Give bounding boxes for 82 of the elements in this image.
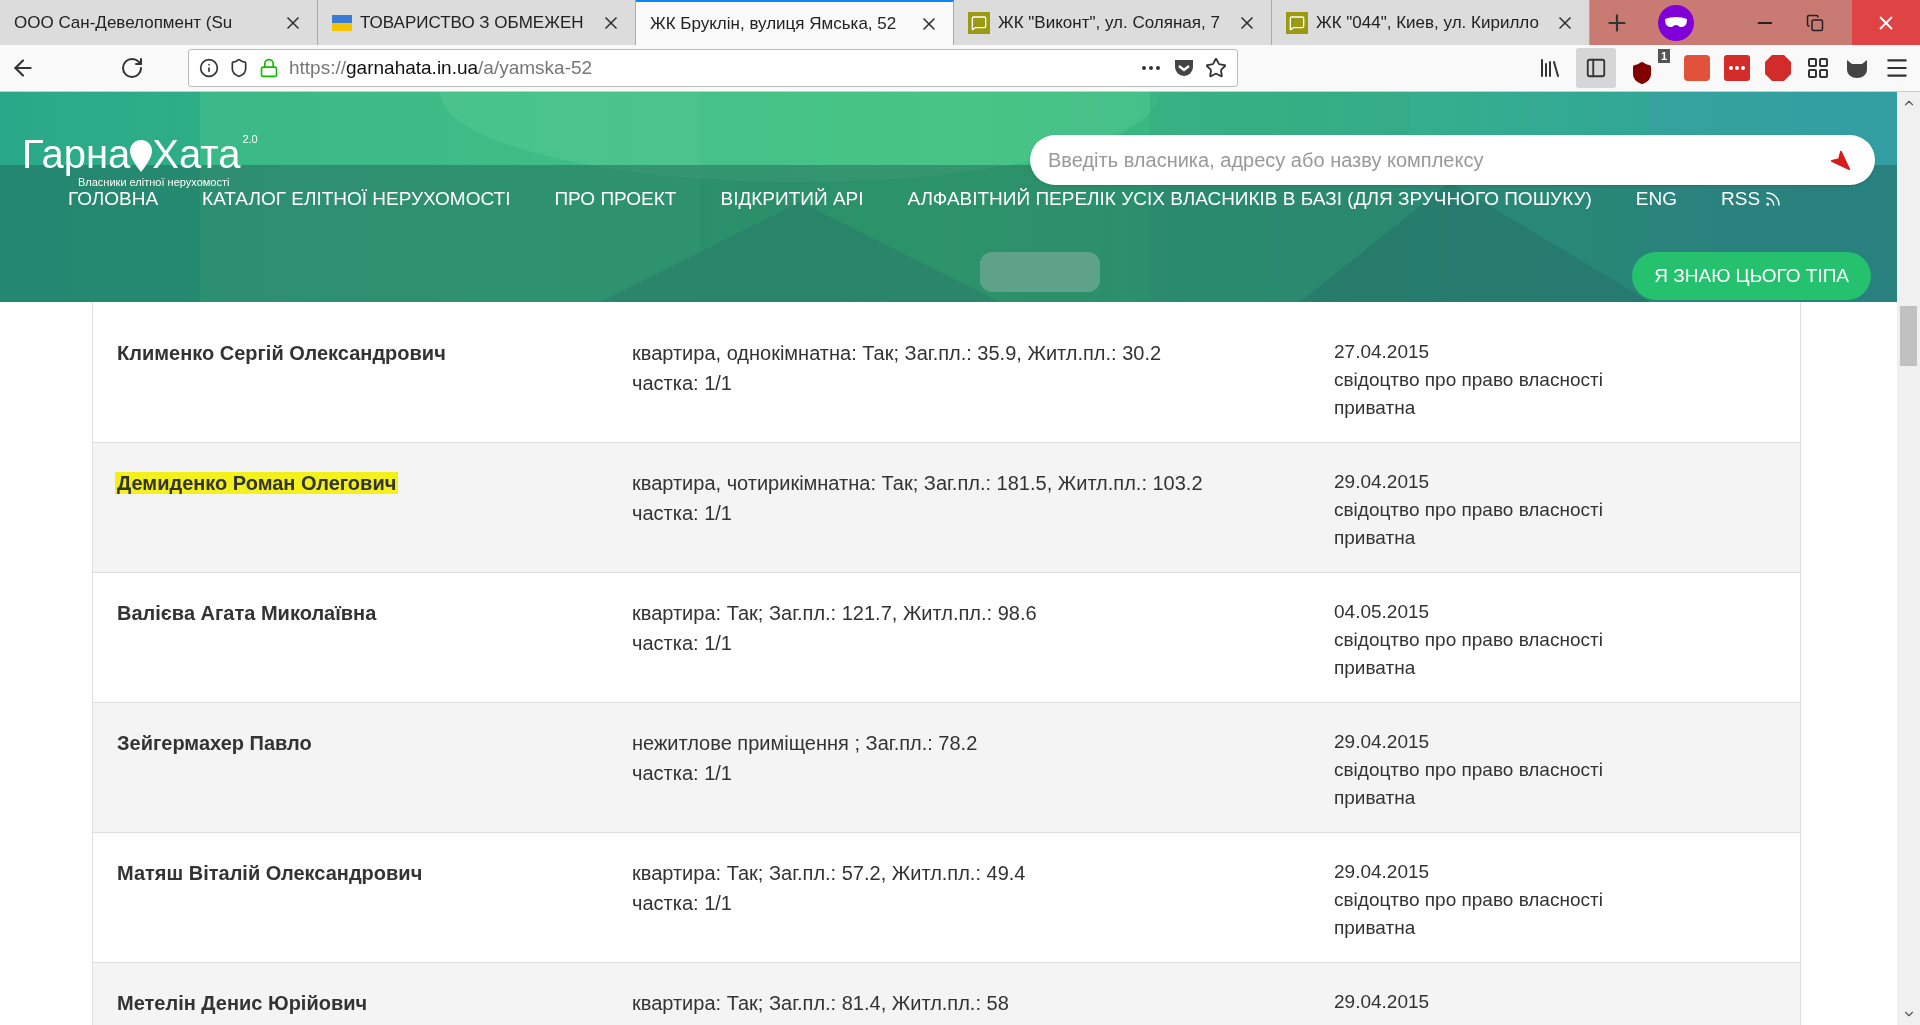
- nav-link[interactable]: ПРО ПРОЕКТ: [554, 184, 677, 213]
- property-text: квартира, однокімнатна: Так; Заг.пл.: 35.9, Житл.пл.: 30.2: [632, 341, 1162, 366]
- scrollbar-thumb[interactable]: [1900, 306, 1917, 366]
- tab-title: ООО Сан-Девелопмент (Su: [14, 11, 233, 34]
- document-text: приватна: [1334, 396, 1416, 420]
- address-bar[interactable]: https://garnahata.in.ua/a/yamska-52: [188, 49, 1238, 87]
- owner-name: Зейгермахер Павло: [116, 732, 313, 754]
- close-window-button[interactable]: [1852, 0, 1920, 45]
- lock-icon: [259, 58, 279, 78]
- extension-icon[interactable]: [1724, 55, 1750, 81]
- info-icon[interactable]: [199, 58, 219, 78]
- extension-badge: 1: [1657, 49, 1670, 63]
- nav-link[interactable]: ENG: [1635, 184, 1677, 213]
- logo-tagline: Власники елітної нерухомості: [78, 176, 231, 190]
- tab-title: ЖК "044", Киев, ул. Кирилло: [1316, 11, 1539, 34]
- document-text: свідоцтво про право власності: [1334, 368, 1603, 392]
- library-icon[interactable]: [1538, 56, 1562, 80]
- document-text: приватна: [1334, 656, 1416, 680]
- scrollbar[interactable]: [1897, 92, 1920, 1025]
- search-icon[interactable]: [1829, 149, 1851, 171]
- browser-tab[interactable]: ЖК "044", Киев, ул. Кирилло: [1272, 0, 1590, 45]
- document-text: 29.04.2015: [1334, 990, 1430, 1014]
- owner-name: Демиденко Роман Олегович: [115, 472, 399, 494]
- property-text: частка: 1/1: [632, 501, 732, 526]
- property-text: квартира: Так; Заг.пл.: 57.2, Житл.пл.: 49.4: [632, 861, 1026, 886]
- property-text: квартира: Так; Заг.пл.: 81.4, Житл.пл.: 58: [632, 991, 1009, 1016]
- document-text: свідоцтво про право власності: [1334, 498, 1603, 522]
- flag-icon: [332, 12, 352, 33]
- star-icon[interactable]: [1205, 57, 1227, 79]
- url-text: https://garnahata.in.ua/a/yamska-52: [289, 55, 594, 80]
- document-text: свідоцтво про право власності: [1334, 628, 1603, 652]
- nav-link[interactable]: RSS: [1721, 184, 1783, 213]
- property-text: нежитлове приміщення ; Заг.пл.: 78.2: [632, 731, 978, 756]
- reload-icon[interactable]: [120, 56, 144, 80]
- browser-tab[interactable]: ООО Сан-Девелопмент (Su: [0, 0, 318, 45]
- stop-sign-icon[interactable]: [1764, 54, 1792, 82]
- chat-icon: [968, 11, 990, 34]
- mask-icon: [1658, 4, 1694, 41]
- browser-tab[interactable]: ЖК "Виконт", ул. Соляная, 7: [954, 0, 1272, 45]
- owner-name: Валієва Агата Миколаївна: [116, 602, 378, 624]
- shield-extension-button[interactable]: 1: [1630, 49, 1670, 87]
- grid-icon[interactable]: [1806, 56, 1830, 80]
- tab-title: ТОВАРИСТВО З ОБМЕЖЕН: [360, 11, 584, 34]
- document-text: приватна: [1334, 786, 1416, 810]
- document-text: приватна: [1334, 916, 1416, 940]
- property-text: квартира, чотирикімнатна: Так; Заг.пл.: 181.5, Житл.пл.: 103.2: [632, 471, 1203, 496]
- document-text: 29.04.2015: [1334, 730, 1430, 754]
- nav-link[interactable]: ВІДКРИТИЙ API: [720, 184, 864, 213]
- owner-name: Метелін Денис Юрійович: [116, 992, 369, 1014]
- shield-icon[interactable]: [229, 58, 249, 78]
- sidebar-button[interactable]: [1576, 48, 1616, 88]
- document-text: свідоцтво про право власності: [1334, 758, 1603, 782]
- property-text: частка: 1/1: [632, 631, 732, 656]
- logo-version: 2.0: [242, 134, 258, 145]
- shield-icon: [1630, 61, 1654, 85]
- property-text: частка: 1/1: [632, 891, 732, 916]
- pin-icon: [130, 140, 153, 172]
- search-field[interactable]: Введіть власника, адресу або назву комплексу: [1030, 135, 1875, 185]
- pocket-icon[interactable]: [1173, 58, 1195, 78]
- restore-icon[interactable]: [1806, 13, 1824, 32]
- tab-title: ЖК Бруклін, вулиця Ямська, 52: [650, 12, 897, 35]
- property-text: частка: 1/1: [632, 761, 732, 786]
- owner-name: Матяш Віталій Олександрович: [116, 862, 424, 884]
- browser-tab[interactable]: ТОВАРИСТВО З ОБМЕЖЕН: [318, 0, 636, 45]
- document-text: 04.05.2015: [1334, 600, 1430, 624]
- owner-name: Клименко Сергій Олександрович: [116, 342, 447, 364]
- property-text: частка: 1/1: [632, 371, 732, 396]
- sidebar-icon: [1585, 57, 1607, 79]
- browser-tab[interactable]: ЖК Бруклін, вулиця Ямська, 52: [636, 0, 954, 45]
- logo-text: Гарна: [22, 134, 131, 174]
- document-text: 27.04.2015: [1334, 340, 1430, 364]
- nav-link[interactable]: АЛФАВІТНИЙ ПЕРЕЛІК УСІХ ВЛАСНИКІВ В БАЗІ (ДЛЯ ЗРУЧНОГО ПОШУКУ): [907, 184, 1592, 213]
- tab-title: ЖК "Виконт", ул. Соляная, 7: [998, 11, 1220, 34]
- document-text: 29.04.2015: [1334, 860, 1430, 884]
- document-text: 29.04.2015: [1334, 470, 1430, 494]
- document-text: приватна: [1334, 526, 1416, 550]
- logo-text: Хата: [152, 134, 241, 174]
- property-text: квартира: Так; Заг.пл.: 121.7, Житл.пл.: 98.6: [632, 601, 1037, 626]
- chat-icon: [1286, 11, 1308, 34]
- cta-button[interactable]: Я ЗНАЮ ЦЬОГО ТІПА: [1632, 252, 1871, 300]
- document-text: свідоцтво про право власності: [1334, 888, 1603, 912]
- rss-icon: [1764, 189, 1783, 208]
